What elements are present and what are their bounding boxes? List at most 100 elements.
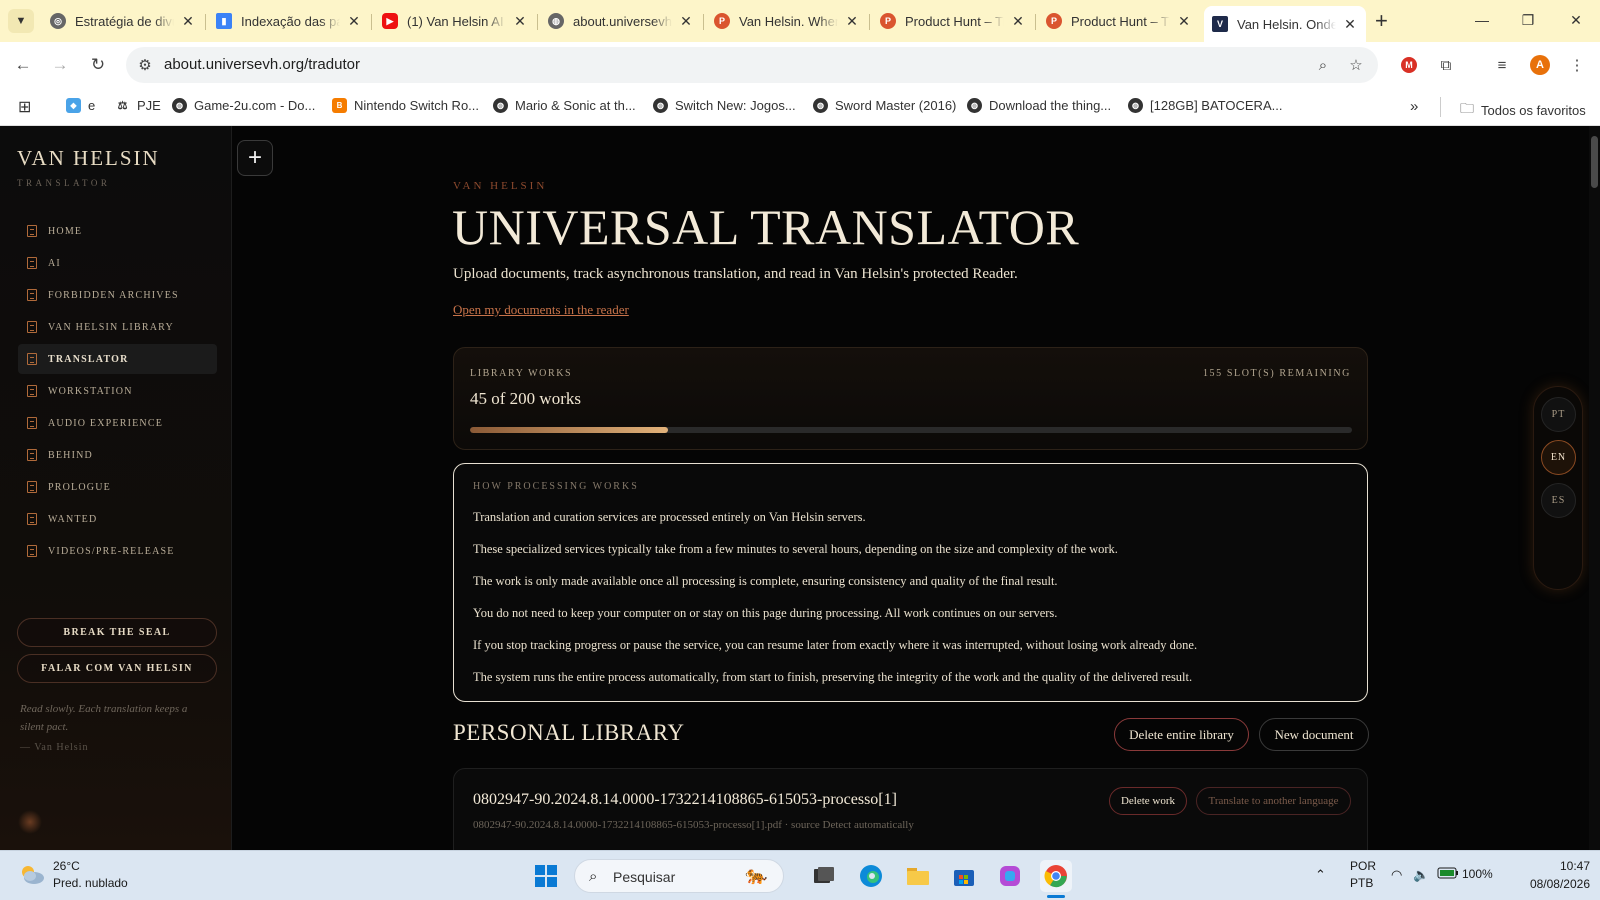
close-tab-icon[interactable]: ✕ <box>346 13 362 30</box>
logo[interactable]: VAN HELSIN <box>17 146 160 171</box>
tab-search-menu-icon[interactable]: ▼ <box>8 9 34 33</box>
sidebar-item-wanted[interactable]: WANTED <box>18 504 217 534</box>
delete-library-button[interactable]: Delete entire library <box>1114 718 1249 751</box>
show-hidden-icons-icon[interactable]: ⌃ <box>1315 867 1326 883</box>
bookmark-item[interactable]: B Nintendo Switch Ro... <box>332 98 479 113</box>
book-icon <box>27 385 37 397</box>
battery-percentage[interactable]: 100% <box>1462 867 1493 881</box>
browser-tab[interactable]: P Van Helsin. Where ✕ <box>706 6 868 36</box>
bookmark-item[interactable]: ◍ Mario & Sonic at th... <box>493 98 636 113</box>
keyboard-layout[interactable]: PTB <box>1350 876 1373 890</box>
open-reader-link[interactable]: Open my documents in the reader <box>453 302 629 318</box>
break-seal-button[interactable]: BREAK THE SEAL <box>17 618 217 647</box>
sidebar-item-home[interactable]: HOME <box>18 216 217 246</box>
profile-avatar[interactable]: A <box>1528 53 1552 77</box>
edge-browser-icon[interactable] <box>855 860 887 892</box>
clock-time[interactable]: 10:47 <box>1542 859 1590 873</box>
browser-tab[interactable]: ▶ (1) Van Helsin AI ✕ <box>374 6 536 36</box>
wifi-icon[interactable]: ◠ <box>1391 867 1402 883</box>
sidebar-item-forbidden-archives[interactable]: FORBIDDEN ARCHIVES <box>18 280 217 310</box>
search-icon: ⌕ <box>589 868 598 885</box>
forward-icon[interactable]: → <box>48 53 72 77</box>
how-processing-label: HOW PROCESSING WORKS <box>473 481 639 492</box>
site-settings-icon[interactable]: ⚙ <box>135 55 155 75</box>
page-scrollbar[interactable] <box>1589 126 1600 850</box>
close-tab-icon[interactable]: ✕ <box>180 13 196 30</box>
bookmark-item[interactable]: ◍ Sword Master (2016) <box>813 98 956 113</box>
sidebar-item-prologue[interactable]: PROLOGUE <box>18 472 217 502</box>
bookmark-item[interactable]: ◍ Download the thing... <box>967 98 1111 113</box>
bookmark-item[interactable]: ◍ Switch New: Jogos... <box>653 98 796 113</box>
globe-favicon-icon: ◍ <box>548 13 564 29</box>
close-tab-icon[interactable]: ✕ <box>678 13 694 30</box>
sidebar-item-library[interactable]: VAN HELSIN LIBRARY <box>18 312 217 342</box>
browser-tab-active[interactable]: V Van Helsin. Onde ✕ <box>1204 6 1366 42</box>
lang-en-button[interactable]: EN <box>1541 440 1576 475</box>
more-bookmarks-icon[interactable]: » <box>1410 98 1418 115</box>
keyboard-language[interactable]: POR <box>1350 859 1376 873</box>
producthunt-favicon-icon: P <box>714 13 730 29</box>
browser-tab[interactable]: P Product Hunt – The ✕ <box>1038 6 1200 36</box>
browser-tab[interactable]: ◍ about.universevh.org ✕ <box>540 6 702 36</box>
minimize-icon[interactable]: — <box>1467 8 1497 32</box>
url-text[interactable]: about.universevh.org/tradutor <box>164 56 360 73</box>
close-tab-icon[interactable]: ✕ <box>844 13 860 30</box>
back-icon[interactable]: ← <box>11 53 35 77</box>
lang-pt-button[interactable]: PT <box>1541 397 1576 432</box>
new-document-button[interactable]: New document <box>1259 718 1369 751</box>
apps-grid-icon[interactable]: ⊞ <box>18 97 31 117</box>
reload-icon[interactable]: ↻ <box>86 53 110 77</box>
close-tab-icon[interactable]: ✕ <box>512 13 528 30</box>
battery-icon[interactable] <box>1437 866 1459 883</box>
add-button[interactable]: + <box>237 140 273 176</box>
browser-menu-icon[interactable]: ⋮ <box>1565 53 1589 77</box>
sidebar-item-ai[interactable]: AI <box>18 248 217 278</box>
volume-icon[interactable]: 🔈 <box>1413 867 1429 883</box>
sidebar-item-workstation[interactable]: WORKSTATION <box>18 376 217 406</box>
talk-to-van-helsin-button[interactable]: FALAR COM VAN HELSIN <box>17 654 217 683</box>
browser-tab[interactable]: ▮ Indexação das páginas ✕ <box>208 6 370 36</box>
all-bookmarks-folder[interactable]: 🗀 Todos os favoritos <box>1460 98 1586 122</box>
bookmark-item[interactable]: ⚖ PJE <box>115 98 161 113</box>
partly-cloudy-icon[interactable] <box>18 863 46 885</box>
zoom-icon[interactable]: ⌕ <box>1313 55 1333 75</box>
microsoft-365-icon[interactable] <box>994 860 1026 892</box>
sidebar-item-behind[interactable]: BEHIND <box>18 440 217 470</box>
close-tab-icon[interactable]: ✕ <box>1176 13 1192 30</box>
taskbar-search[interactable]: ⌕ Pesquisar 🐅 <box>574 859 784 893</box>
how-paragraph: You do not need to keep your computer on… <box>473 606 1058 620</box>
media-control-icon[interactable]: ≡ <box>1490 53 1514 77</box>
extensions-puzzle-icon[interactable]: ⧉ <box>1434 53 1458 77</box>
weather-temperature[interactable]: 26°C <box>53 859 80 873</box>
address-bar[interactable]: ⚙ about.universevh.org/tradutor ⌕ ☆ <box>126 47 1378 83</box>
gmail-extension-icon[interactable]: M <box>1397 53 1421 77</box>
how-paragraph: These specialized services typically tak… <box>473 542 1118 556</box>
page-kicker: VAN HELSIN <box>453 180 548 192</box>
restore-icon[interactable]: ❐ <box>1513 8 1543 32</box>
clock-date[interactable]: 08/08/2026 <box>1510 877 1590 891</box>
close-tab-icon[interactable]: ✕ <box>1342 16 1358 33</box>
lang-es-button[interactable]: ES <box>1541 483 1576 518</box>
sidebar-item-audio-experience[interactable]: AUDIO EXPERIENCE <box>18 408 217 438</box>
sidebar-item-videos[interactable]: VIDEOS/PRE-RELEASE <box>18 536 217 566</box>
delete-work-button[interactable]: Delete work <box>1109 787 1187 815</box>
tab-separator <box>537 14 538 30</box>
chrome-browser-icon[interactable] <box>1040 860 1072 892</box>
close-tab-icon[interactable]: ✕ <box>1010 13 1026 30</box>
browser-tab[interactable]: ◎ Estratégia de divulgação ✕ <box>42 6 204 36</box>
new-tab-icon[interactable]: + <box>1375 9 1388 33</box>
sidebar-item-translator[interactable]: TRANSLATOR <box>18 344 217 374</box>
windows-start-icon[interactable] <box>530 860 562 892</box>
bookmark-item[interactable]: ◍ [128GB] BATOCERA... <box>1128 98 1282 113</box>
file-explorer-icon[interactable] <box>902 860 934 892</box>
scrollbar-thumb[interactable] <box>1591 136 1598 188</box>
browser-tab[interactable]: P Product Hunt – The ✕ <box>872 6 1034 36</box>
task-view-icon[interactable] <box>808 860 840 892</box>
weather-description[interactable]: Pred. nublado <box>53 876 128 890</box>
microsoft-store-icon[interactable] <box>948 860 980 892</box>
close-window-icon[interactable]: ✕ <box>1561 8 1591 32</box>
translate-other-language-button[interactable]: Translate to another language <box>1196 787 1351 815</box>
bookmark-item[interactable]: ◍ Game-2u.com - Do... <box>172 98 315 113</box>
bookmark-star-icon[interactable]: ☆ <box>1346 55 1366 75</box>
bookmark-item[interactable]: ◆ e <box>66 98 95 113</box>
